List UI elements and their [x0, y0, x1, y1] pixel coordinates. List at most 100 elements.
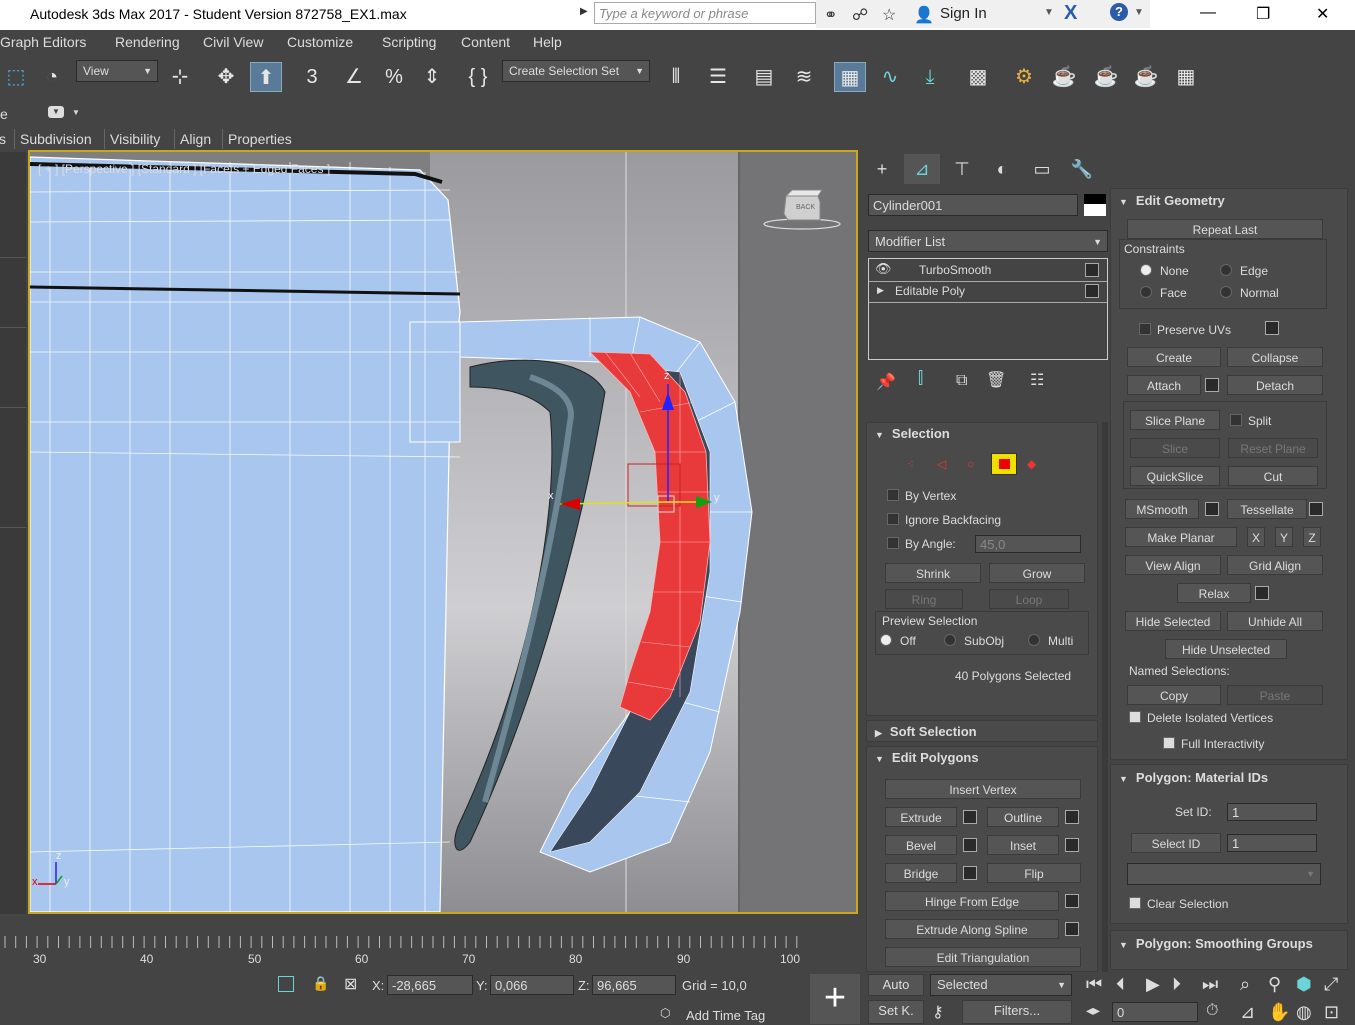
loop-button[interactable]: Loop: [989, 589, 1069, 609]
sign-in-link[interactable]: Sign In: [940, 5, 987, 22]
reference-coordinate-dropdown[interactable]: View ▼: [76, 60, 158, 82]
split-checkbox[interactable]: Split: [1230, 414, 1271, 428]
full-interactivity-checkbox[interactable]: Full Interactivity: [1163, 737, 1264, 751]
chevron-down-icon[interactable]: ▼: [1044, 7, 1054, 18]
next-frame-icon[interactable]: ⏵: [1172, 974, 1181, 995]
communication-icon[interactable]: ☍: [852, 5, 868, 25]
go-to-end-icon[interactable]: ⏭: [1202, 974, 1218, 995]
zoom-extents-all-icon[interactable]: ⤢: [1324, 974, 1338, 995]
ribbon-toggle-icon[interactable]: ▦: [834, 62, 866, 92]
restore-button[interactable]: ❐: [1256, 4, 1270, 24]
extrude-along-spline-button[interactable]: Extrude Along Spline: [885, 919, 1059, 939]
isolate-selection-icon[interactable]: [278, 976, 294, 992]
msmooth-settings-icon[interactable]: [1205, 502, 1219, 516]
minimize-button[interactable]: —: [1200, 4, 1216, 22]
planar-z-button[interactable]: Z: [1303, 527, 1321, 547]
menu-rendering[interactable]: Rendering: [115, 34, 180, 50]
create-tab-icon[interactable]: +: [864, 154, 900, 184]
edit-polygons-header[interactable]: ▼ Edit Polygons: [875, 747, 979, 769]
configure-sets-icon[interactable]: ☷: [1030, 370, 1044, 390]
element-mode-icon[interactable]: ◆: [1027, 457, 1036, 471]
menu-content[interactable]: Content: [461, 34, 510, 50]
binoculars-icon[interactable]: ⚭: [824, 5, 837, 25]
preview-multi-radio[interactable]: Multi: [1028, 634, 1073, 648]
by-angle-checkbox[interactable]: By Angle:: [887, 537, 956, 551]
view-align-button[interactable]: View Align: [1125, 555, 1221, 575]
stack-toggle[interactable]: [1085, 284, 1099, 298]
ribbon-tab-subdivision[interactable]: Subdivision: [14, 129, 97, 149]
search-input[interactable]: Type a keyword or phrase: [594, 2, 816, 24]
render-production-icon[interactable]: ☕: [1090, 62, 1122, 92]
planar-x-button[interactable]: X: [1247, 527, 1265, 547]
outline-settings-icon[interactable]: [1065, 810, 1079, 824]
autodesk-exchange-icon[interactable]: X: [1064, 2, 1077, 25]
collapse-button[interactable]: Collapse: [1227, 347, 1323, 367]
render-shortcuts-icon[interactable]: ▦: [1170, 62, 1202, 92]
make-unique-icon[interactable]: ⧉: [956, 372, 967, 390]
repeat-last-button[interactable]: Repeat Last: [1127, 219, 1323, 239]
zoom-icon[interactable]: ⌕: [1240, 974, 1250, 995]
play-icon[interactable]: ▶: [1146, 974, 1160, 995]
named-selection-dropdown[interactable]: Create Selection Set ▼: [502, 60, 650, 82]
set-id-spinner[interactable]: 1: [1227, 803, 1317, 821]
menu-scripting[interactable]: Scripting: [382, 34, 436, 50]
edit-triangulation-button[interactable]: Edit Triangulation: [885, 947, 1081, 967]
ring-button[interactable]: Ring: [885, 589, 963, 609]
delete-isolated-checkbox[interactable]: Delete Isolated Vertices: [1129, 711, 1273, 725]
curve-editor-icon[interactable]: ∿: [874, 62, 906, 92]
make-planar-button[interactable]: Make Planar: [1125, 527, 1237, 547]
field-of-view-icon[interactable]: ⊿: [1240, 1002, 1255, 1023]
ribbon-tab-visibility[interactable]: Visibility: [104, 129, 165, 149]
maximize-viewport-icon[interactable]: ⊡: [1324, 1002, 1339, 1023]
relax-button[interactable]: Relax: [1177, 583, 1251, 603]
edit-geometry-header[interactable]: ▼ Edit Geometry: [1119, 190, 1225, 212]
snap-3d-icon[interactable]: 3: [296, 62, 328, 92]
menu-civil-view[interactable]: Civil View: [203, 34, 263, 50]
perspective-viewport[interactable]: [ + ] [Perspective ] [Standard ] [Facets…: [28, 150, 858, 914]
quickslice-button[interactable]: QuickSlice: [1130, 466, 1220, 486]
favorites-star-icon[interactable]: ☆: [882, 5, 896, 25]
clear-selection-checkbox[interactable]: Clear Selection: [1129, 897, 1228, 911]
maxscript-listener-icon[interactable]: +: [810, 974, 860, 1024]
stack-item-turbosmooth[interactable]: 👁 TurboSmooth: [869, 260, 1107, 280]
menu-help[interactable]: Help: [533, 34, 562, 50]
bevel-button[interactable]: Bevel: [885, 835, 957, 855]
ribbon-tab-partial[interactable]: s: [0, 129, 11, 149]
viewport-label[interactable]: [ + ] [Perspective ] [Standard ] [Facets…: [38, 162, 330, 176]
attach-button[interactable]: Attach: [1127, 375, 1201, 395]
create-button[interactable]: Create: [1127, 347, 1221, 367]
region-select-icon[interactable]: ⬚: [0, 62, 32, 92]
constraint-normal-radio[interactable]: Normal: [1220, 286, 1279, 300]
select-paint-icon[interactable]: ◔: [36, 62, 68, 92]
align-icon[interactable]: ☰: [702, 62, 734, 92]
material-ids-header[interactable]: ▼ Polygon: Material IDs: [1119, 767, 1268, 789]
tessellate-button[interactable]: Tessellate: [1227, 499, 1307, 519]
preserve-uvs-checkbox[interactable]: Preserve UVs: [1139, 323, 1231, 337]
material-editor-icon[interactable]: ▩: [962, 62, 994, 92]
pivot-center-icon[interactable]: ⊹: [164, 62, 196, 92]
hide-selected-button[interactable]: Hide Selected: [1125, 611, 1221, 631]
extrude-spline-settings-icon[interactable]: [1065, 922, 1079, 936]
close-button[interactable]: ✕: [1316, 4, 1329, 24]
motion-tab-icon[interactable]: ◐: [984, 154, 1020, 184]
ignore-backfacing-checkbox[interactable]: Ignore Backfacing: [887, 513, 1001, 527]
display-tab-icon[interactable]: ▭: [1024, 154, 1060, 184]
y-coord-field[interactable]: 0,066: [490, 975, 574, 995]
panel-scrollbar[interactable]: [1102, 422, 1108, 972]
viewport-layout-icon[interactable]: ▼: [48, 106, 64, 118]
absolute-mode-icon[interactable]: ⊠: [344, 974, 357, 994]
selection-rollout-header[interactable]: ▼ Selection: [875, 423, 950, 445]
orbit-icon[interactable]: ◍: [1296, 1002, 1312, 1023]
remove-modifier-icon[interactable]: 🗑: [986, 370, 1006, 390]
stack-toggle[interactable]: [1085, 263, 1099, 277]
z-coord-field[interactable]: 96,665: [592, 975, 676, 995]
zoom-all-icon[interactable]: ⚲: [1268, 974, 1281, 995]
copy-button[interactable]: Copy: [1127, 685, 1221, 705]
percent-snap-icon[interactable]: %: [378, 62, 410, 92]
extrude-button[interactable]: Extrude: [885, 807, 957, 827]
select-manipulate-icon[interactable]: ⬆: [250, 62, 282, 92]
render-setup-icon[interactable]: ⚙: [1008, 62, 1040, 92]
stack-item-editable-poly[interactable]: ▶ Editable Poly: [869, 281, 1107, 303]
constraint-face-radio[interactable]: Face: [1140, 286, 1187, 300]
hinge-from-edge-button[interactable]: Hinge From Edge: [885, 891, 1059, 911]
